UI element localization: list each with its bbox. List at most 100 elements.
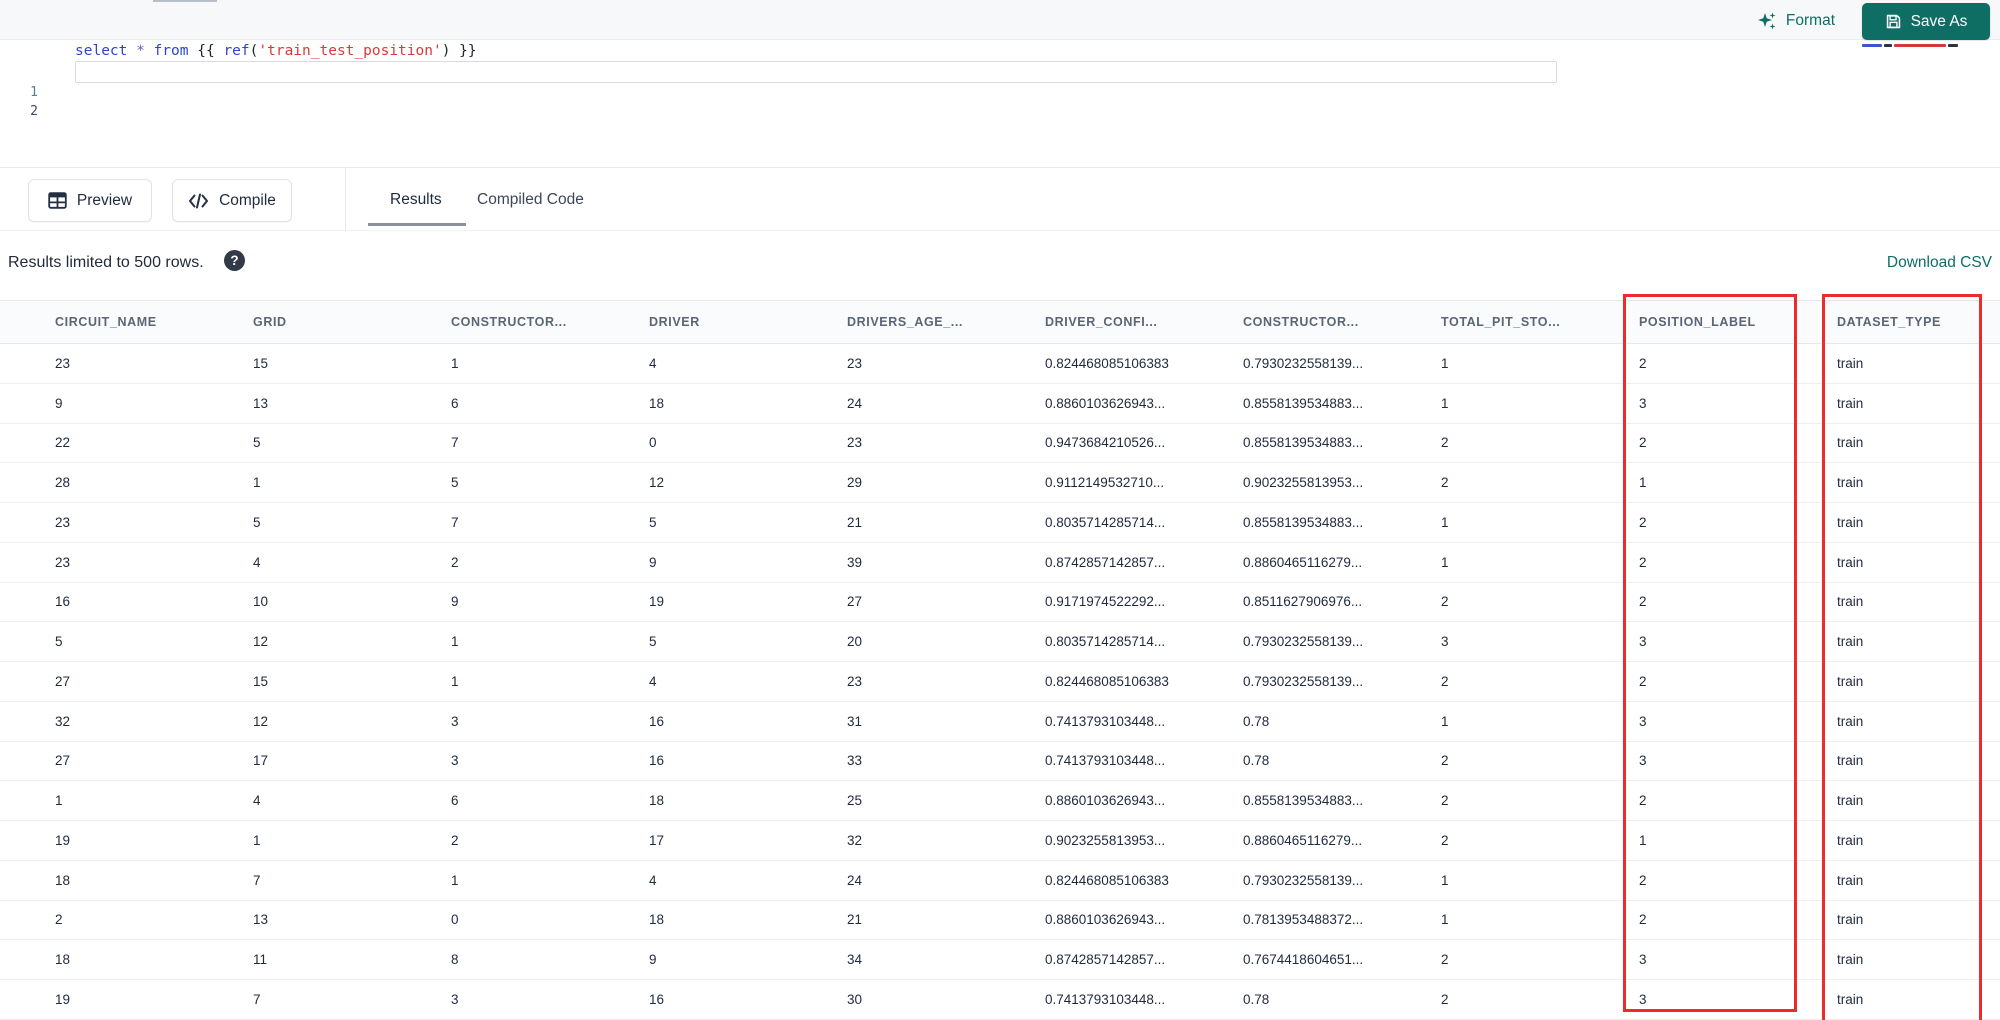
table-cell: 2: [1441, 673, 1449, 689]
table-cell: 7: [451, 435, 459, 451]
table-cell: 16: [649, 753, 665, 769]
table-cell: 23: [847, 673, 863, 689]
table-cell: 24: [847, 395, 863, 411]
table-cell: 27: [847, 594, 863, 610]
table-cell: 0.8860465116279...: [1243, 832, 1363, 848]
table-cell: 0.8511627906976...: [1243, 594, 1363, 610]
table-cell: 16: [649, 991, 665, 1007]
tab-compiled-code[interactable]: Compiled Code: [477, 168, 584, 231]
table-cell: 2: [451, 832, 459, 848]
table-cell: 15: [253, 355, 269, 371]
table-cell: 0.9171974522292...: [1045, 594, 1166, 610]
table-cell: 9: [649, 952, 657, 968]
download-csv-link[interactable]: Download CSV: [1887, 254, 1992, 272]
table-row: 28 1 5 12 29 0.9112149532710... 0.902325581395…: [0, 463, 2000, 503]
table-row: 18 7 1 4 24 0.824468085106383 0.7930232558139.…: [0, 860, 2000, 901]
sql-editor[interactable]: 1 2 select * from {{ ref('train_test_pos…: [0, 41, 2000, 167]
line-number-2: 2: [30, 104, 38, 119]
table-cell: 6: [451, 793, 459, 809]
table-cell: train: [1837, 554, 1864, 570]
table-cell: 2: [1639, 594, 1647, 610]
table-cell: 30: [847, 991, 863, 1007]
table-cell: 19: [649, 594, 665, 610]
results-table-body: 23 15 1 4 23 0.824468085106383 0.7930232558139…: [0, 344, 2000, 1020]
table-cell: 0.8558139534883...: [1243, 793, 1364, 809]
table-cell: 0.8035714285714...: [1045, 514, 1166, 530]
table-cell: 0.78: [1243, 713, 1270, 729]
code-token-brace: ): [441, 43, 460, 59]
compile-button[interactable]: Compile: [172, 179, 292, 222]
table-cell: 0.7413793103448...: [1045, 753, 1166, 769]
table-cell: 32: [847, 832, 863, 848]
table-cell: 2: [1639, 912, 1647, 928]
table-cell: 3: [1639, 952, 1647, 968]
table-cell: 23: [847, 355, 863, 371]
table-cell: 0.78: [1243, 753, 1270, 769]
table-cell: 3: [451, 753, 459, 769]
table-cell: 23: [55, 554, 71, 570]
code-token-keyword: select: [75, 43, 137, 59]
table-cell: 0.7674418604651...: [1243, 952, 1364, 968]
table-cell: 1: [1639, 475, 1647, 491]
table-cell: 4: [649, 872, 657, 888]
preview-button[interactable]: Preview: [28, 179, 152, 222]
code-token-string: 'train_test_position': [258, 43, 442, 59]
table-row: 5 12 1 5 20 0.8035714285714... 0.7930232558139…: [0, 622, 2000, 662]
table-grid-icon: [48, 192, 67, 209]
column-header: CONSTRUCTOR...: [451, 315, 567, 329]
column-header: GRID: [253, 315, 287, 329]
tab-results[interactable]: Results: [390, 168, 442, 231]
table-cell: 0.78: [1243, 991, 1270, 1007]
table-cell: 3: [1639, 395, 1647, 411]
table-cell: 18: [55, 872, 71, 888]
active-line-highlight[interactable]: [75, 61, 1557, 83]
format-button[interactable]: Format: [1756, 7, 1835, 35]
editor-topbar: Format Save As: [0, 0, 2000, 40]
table-cell: 5: [451, 475, 459, 491]
table-cell: 1: [253, 832, 261, 848]
table-cell: 1: [1441, 912, 1449, 928]
table-cell: 1: [253, 475, 261, 491]
table-cell: 17: [253, 753, 269, 769]
table-cell: 13: [253, 395, 269, 411]
table-cell: 16: [55, 594, 71, 610]
table-cell: 0.8742857142857...: [1045, 952, 1166, 968]
table-cell: 2: [1639, 673, 1647, 689]
table-cell: 2: [55, 912, 63, 928]
table-cell: 4: [253, 793, 261, 809]
table-cell: 1: [451, 872, 459, 888]
table-cell: train: [1837, 872, 1864, 888]
tab-compiled-code-label: Compiled Code: [477, 190, 584, 208]
table-cell: 0.824468085106383: [1045, 355, 1169, 371]
column-header: POSITION_LABEL: [1639, 315, 1756, 329]
help-icon[interactable]: ?: [224, 250, 245, 271]
save-as-button[interactable]: Save As: [1862, 3, 1990, 40]
column-header: CIRCUIT_NAME: [55, 315, 157, 329]
table-cell: 1: [1441, 554, 1449, 570]
table-cell: train: [1837, 435, 1864, 451]
table-cell: train: [1837, 713, 1864, 729]
table-cell: 0.9023255813953...: [1045, 832, 1166, 848]
column-header: CONSTRUCTOR...: [1243, 315, 1359, 329]
code-line-1[interactable]: select * from {{ ref('train_test_positio…: [75, 43, 477, 59]
table-cell: train: [1837, 991, 1864, 1007]
table-cell: 29: [847, 475, 863, 491]
table-cell: 0.9473684210526...: [1045, 435, 1166, 451]
table-cell: train: [1837, 793, 1864, 809]
column-header: DRIVER: [649, 315, 700, 329]
table-cell: 1: [1639, 832, 1647, 848]
table-cell: 18: [649, 793, 665, 809]
table-cell: train: [1837, 753, 1864, 769]
table-cell: 0: [451, 912, 459, 928]
table-cell: 5: [55, 634, 63, 650]
table-cell: 0.8558139534883...: [1243, 514, 1364, 530]
table-cell: 2: [1639, 435, 1647, 451]
table-cell: 0.7813953488372...: [1243, 912, 1364, 928]
status-row: Results limited to 500 rows. ? Download …: [0, 232, 2000, 299]
table-row: 2 13 0 18 21 0.8860103626943... 0.781395348837…: [0, 900, 2000, 941]
table-cell: 12: [253, 713, 269, 729]
table-row: 19 7 3 16 30 0.7413793103448... 0.78 2 3 train: [0, 980, 2000, 1020]
table-cell: 0.8860103626943...: [1045, 793, 1166, 809]
table-cell: 21: [847, 514, 863, 530]
table-cell: 24: [847, 872, 863, 888]
